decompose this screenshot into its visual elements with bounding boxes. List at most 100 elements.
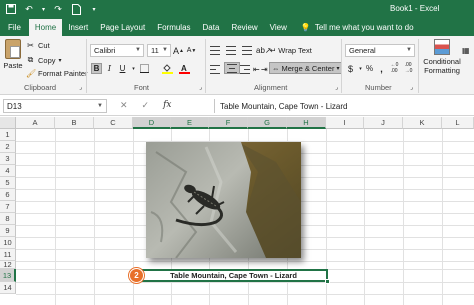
column-header[interactable]: C xyxy=(94,117,133,129)
font-color-icon[interactable]: A xyxy=(179,63,190,74)
svg-text:A: A xyxy=(181,64,187,73)
formula-input[interactable]: Table Mountain, Cape Town - Lizard xyxy=(214,99,472,113)
row-header[interactable]: 4 xyxy=(0,165,16,177)
window-title: Book1 - Excel xyxy=(390,4,440,13)
decrease-font-size-icon[interactable]: A ▼ xyxy=(186,45,197,56)
tab-view[interactable]: View xyxy=(264,18,293,36)
row-header[interactable]: 2 xyxy=(0,141,16,153)
step-badge: 2 xyxy=(129,268,144,283)
tab-file[interactable]: File xyxy=(0,18,29,36)
row-header[interactable]: 14 xyxy=(0,282,16,294)
undo-dropdown-icon[interactable]: ▾ xyxy=(41,3,46,15)
merge-center-icon: ⇔ xyxy=(272,63,280,73)
title-bar: ↶ ▾ ↷ ▾ Book1 - Excel xyxy=(0,0,474,18)
redo-icon[interactable]: ↷ xyxy=(52,3,64,15)
italic-button[interactable]: I xyxy=(104,63,115,74)
row-header[interactable]: 12 xyxy=(0,260,16,269)
font-size-combo[interactable]: 11 ▼ xyxy=(147,44,171,57)
row-header[interactable]: 13 xyxy=(0,269,16,282)
conditional-formatting-label: Conditional Formatting xyxy=(423,57,461,75)
align-left-icon[interactable] xyxy=(210,63,220,75)
align-right-icon[interactable] xyxy=(240,63,250,75)
tell-me-text: Tell me what you want to do xyxy=(314,22,414,32)
bottom-align-icon[interactable] xyxy=(242,44,252,56)
underline-dropdown-icon[interactable]: ▾ xyxy=(128,63,139,74)
row-header[interactable]: 5 xyxy=(0,177,16,189)
decrease-indent-icon[interactable]: ⇤ xyxy=(253,63,260,75)
name-box[interactable]: D13 ▼ xyxy=(3,99,107,113)
conditional-formatting-button[interactable]: Conditional Formatting xyxy=(422,39,462,83)
column-header[interactable]: K xyxy=(403,117,442,129)
tab-page-layout[interactable]: Page Layout xyxy=(94,18,151,36)
row-header[interactable]: 7 xyxy=(0,201,16,213)
fill-handle[interactable] xyxy=(325,279,330,284)
column-header[interactable]: E xyxy=(171,117,209,129)
format-as-table-icon[interactable]: ▦ xyxy=(462,44,470,56)
fill-color-icon[interactable] xyxy=(162,63,173,74)
merge-center-button[interactable]: ⇔ Merge & Center ▾ xyxy=(269,62,343,74)
clipboard-launcher-icon[interactable]: ⌟ xyxy=(75,82,86,93)
column-header[interactable]: J xyxy=(364,117,403,129)
cancel-icon[interactable]: ✕ xyxy=(120,100,128,111)
top-align-icon[interactable] xyxy=(210,44,220,56)
increase-font-size-icon[interactable]: A ▲ xyxy=(173,45,184,56)
row-header[interactable]: 6 xyxy=(0,189,16,201)
gridline xyxy=(55,129,56,305)
format-painter-button[interactable]: 🖌 Format Painter xyxy=(26,69,88,78)
copy-dropdown-icon[interactable]: ▾ xyxy=(59,57,62,64)
new-file-icon[interactable] xyxy=(70,3,82,15)
percent-icon[interactable]: % xyxy=(364,63,375,74)
ribbon-tabs: File Home Insert Page Layout Formulas Da… xyxy=(0,18,474,36)
tab-formulas[interactable]: Formulas xyxy=(151,18,196,36)
tab-data[interactable]: Data xyxy=(197,18,226,36)
column-header[interactable]: A xyxy=(16,117,55,129)
cut-button[interactable]: ✂ Cut xyxy=(26,41,50,50)
column-header[interactable]: I xyxy=(326,117,364,129)
align-center-icon[interactable] xyxy=(224,62,240,74)
font-name-combo[interactable]: Calibri ▼ xyxy=(90,44,144,57)
tab-review[interactable]: Review xyxy=(225,18,263,36)
decrease-decimal-icon[interactable]: .00 →0 xyxy=(402,62,415,74)
row-header[interactable]: 3 xyxy=(0,153,16,165)
copy-icon: ⧉ xyxy=(27,55,34,64)
number-format-combo[interactable]: General ▼ xyxy=(345,44,415,57)
column-header[interactable]: H xyxy=(287,117,326,129)
chevron-down-icon: ▼ xyxy=(97,103,103,109)
merge-center-label: Merge & Center xyxy=(281,63,335,73)
borders-icon[interactable] xyxy=(139,63,150,74)
paste-button[interactable]: Paste xyxy=(2,39,24,79)
underline-button[interactable]: U xyxy=(117,63,128,74)
save-icon[interactable] xyxy=(5,3,17,15)
row-header[interactable]: 10 xyxy=(0,237,16,249)
middle-align-icon[interactable] xyxy=(226,44,236,56)
tell-me-box[interactable]: 💡 Tell me what you want to do xyxy=(301,18,414,36)
worksheet-grid[interactable]: A B C D E F G H I J K L 1 2 3 4 5 6 7 8 … xyxy=(0,117,474,305)
comma-style-icon[interactable]: , xyxy=(376,63,387,74)
column-header[interactable]: B xyxy=(55,117,94,129)
font-size-value: 11 xyxy=(151,46,159,55)
customize-qat-icon[interactable]: ▾ xyxy=(88,3,100,15)
select-all-button[interactable] xyxy=(0,117,16,129)
number-launcher-icon[interactable]: ⌟ xyxy=(406,82,417,93)
wrap-text-button[interactable]: ↵ Wrap Text xyxy=(270,44,312,56)
column-header[interactable]: L xyxy=(442,117,474,129)
bold-button[interactable]: B xyxy=(91,63,102,74)
format-painter-label: Format Painter xyxy=(38,69,88,78)
wrap-text-label: Wrap Text xyxy=(278,45,312,55)
row-header[interactable]: 1 xyxy=(0,129,16,141)
row-header[interactable]: 8 xyxy=(0,213,16,225)
column-header[interactable]: G xyxy=(248,117,287,129)
copy-button[interactable]: ⧉ Copy ▾ xyxy=(26,55,62,65)
row-header[interactable]: 9 xyxy=(0,225,16,237)
enter-icon[interactable]: ✓ xyxy=(142,100,150,111)
tab-home[interactable]: Home xyxy=(28,19,63,36)
active-cell[interactable]: Table Mountain, Cape Town - Lizard xyxy=(139,269,328,282)
column-header[interactable]: F xyxy=(209,117,248,129)
insert-function-icon[interactable]: fx xyxy=(163,100,171,111)
tab-insert[interactable]: Insert xyxy=(62,18,94,36)
increase-decimal-icon[interactable]: ←0.00 xyxy=(388,62,401,74)
lizard-photo[interactable] xyxy=(146,142,301,258)
increase-indent-icon[interactable]: ⇥ xyxy=(261,63,268,75)
column-header[interactable]: D xyxy=(133,117,171,129)
undo-icon[interactable]: ↶ xyxy=(23,3,35,15)
